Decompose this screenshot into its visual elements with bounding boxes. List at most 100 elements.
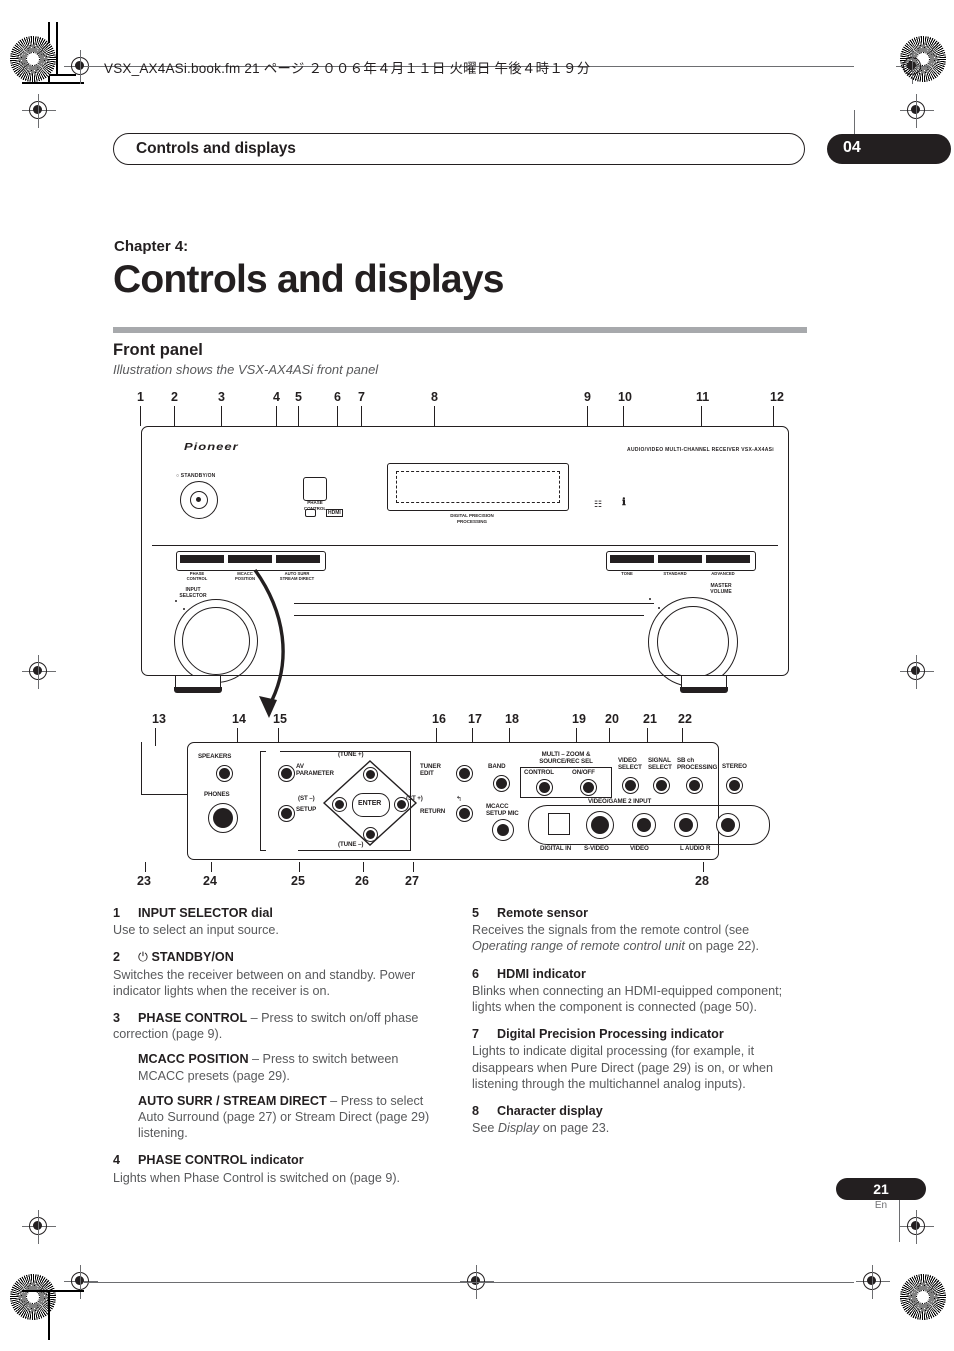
description-body-8: See Display on page 23. <box>472 1120 804 1136</box>
control-cluster-frame-bottom <box>260 850 266 852</box>
callout-21: 21 <box>643 712 657 726</box>
callout-25: 25 <box>291 874 305 888</box>
callout-tick-28 <box>703 862 704 872</box>
band-button[interactable] <box>493 775 510 792</box>
callout-1: 1 <box>137 390 144 404</box>
description-heading-7: 7 Digital Precision Processing indicator <box>472 1026 804 1042</box>
jack-label-audio-lr: L AUDIO R <box>680 845 711 852</box>
door-seam-upper <box>294 603 654 605</box>
cursor-up-button[interactable] <box>363 767 378 782</box>
front-panel-door-detail: SPEAKERS PHONES AV PARAMETER SETUP (TUNE … <box>187 742 770 860</box>
callout-28: 28 <box>695 874 709 888</box>
description-title-1: INPUT SELECTOR dial <box>138 906 273 920</box>
on-off-label: ON/OFF <box>572 769 595 776</box>
control-button[interactable] <box>536 779 553 796</box>
sb-processing-button[interactable] <box>686 777 703 794</box>
digital-precision-processing-indicator: DIGITAL PRECISION PROCESSING <box>450 513 494 524</box>
chapter-number-badge: 04 <box>827 134 951 164</box>
descriptions-left-column: 1 INPUT SELECTOR dial Use to select an in… <box>113 905 445 1197</box>
description-number-8: 8 <box>472 1104 480 1119</box>
registration-mark-right-mid <box>900 94 934 128</box>
callout-27: 27 <box>405 874 419 888</box>
description-item-7: 7 Digital Precision Processing indicator … <box>472 1026 804 1092</box>
callout-tick-27 <box>413 862 414 872</box>
phones-jack[interactable] <box>208 803 238 833</box>
description-heading-1: 1 INPUT SELECTOR dial <box>113 905 445 921</box>
callout-20: 20 <box>605 712 619 726</box>
page-number-label: 21 <box>873 1181 889 1197</box>
control-label: CONTROL <box>524 769 554 776</box>
page-number-badge: 21 <box>836 1178 926 1200</box>
detail-connector-left-h <box>141 794 187 796</box>
description-title-3: PHASE CONTROL <box>138 1011 248 1026</box>
speakers-label: SPEAKERS <box>198 753 232 760</box>
callout-18: 18 <box>505 712 519 726</box>
mcacc-setup-mic-jack[interactable] <box>492 819 514 841</box>
return-arrow-icon: ↰ <box>456 796 462 803</box>
starburst-bottom-right <box>900 1274 946 1320</box>
description-sub-3-1: MCACC POSITION – Press to switch between… <box>138 1051 445 1083</box>
callout-16: 16 <box>432 712 446 726</box>
audio-left-jack[interactable] <box>674 813 698 837</box>
video-select-button[interactable] <box>622 777 639 794</box>
callout-10: 10 <box>618 390 632 404</box>
jack-label-digital-in: DIGITAL IN <box>540 845 572 852</box>
multizoom-label: MULTI – ZOOM & SOURCE/REC SEL <box>539 751 593 766</box>
callout-5: 5 <box>295 390 302 404</box>
detail-connector-left <box>141 742 143 794</box>
return-label: RETURN <box>420 808 446 815</box>
description-body-5: Receives the signals from the remote con… <box>472 922 804 954</box>
multizoom-frame-right <box>611 767 613 797</box>
setup-label: SETUP <box>296 806 317 813</box>
model-designation: AUDIO/VIDEO MULTI-CHANNEL RECEIVER VSX-A… <box>627 447 774 453</box>
callout-14: 14 <box>232 712 246 726</box>
description-item-5: 5 Remote sensor Receives the signals from… <box>472 905 804 955</box>
av-parameter-button[interactable] <box>278 765 295 782</box>
digital-in-jack[interactable] <box>548 813 570 835</box>
description-number-1: 1 <box>113 906 121 920</box>
callout-tick-13 <box>155 728 156 746</box>
callout-tick-1 <box>140 406 141 426</box>
registration-mark-left-low <box>22 1210 56 1244</box>
speakers-button[interactable] <box>216 765 233 782</box>
callout-tick-26 <box>363 862 364 872</box>
s-video-jack[interactable] <box>586 811 614 839</box>
tuner-edit-button[interactable] <box>456 765 473 782</box>
return-button[interactable] <box>456 805 473 822</box>
cursor-right-button[interactable] <box>394 797 409 812</box>
button-label-standard: STANDARD <box>663 571 687 576</box>
description-body-8-pre: See <box>472 1121 498 1136</box>
description-number-4: 4 <box>113 1153 121 1168</box>
stereo-button[interactable] <box>726 777 743 794</box>
video-jack[interactable] <box>632 813 656 837</box>
setup-button[interactable] <box>278 805 295 822</box>
signal-select-button[interactable] <box>653 777 670 794</box>
description-item-1: 1 INPUT SELECTOR dial Use to select an in… <box>113 905 445 938</box>
description-number-6: 6 <box>472 966 480 981</box>
input-selector-dial-inner <box>182 607 250 675</box>
master-volume-label: MASTER VOLUME <box>710 583 732 595</box>
enter-label: ENTER <box>358 800 382 807</box>
callout-26: 26 <box>355 874 369 888</box>
description-heading-2: 2 ⏻ STANDBY/ON <box>113 949 445 965</box>
upper-right-button-row[interactable] <box>606 551 756 571</box>
cursor-left-button[interactable] <box>332 797 347 812</box>
registration-mark-left-mid <box>22 94 56 128</box>
callout-tick-25 <box>299 862 300 872</box>
hdmi-indicator: HDMI <box>326 509 343 517</box>
upper-left-button-row[interactable] <box>176 551 326 571</box>
description-heading-3: 3 PHASE CONTROL – Press to switch on/off … <box>113 1010 445 1042</box>
description-heading-5: 5 Remote sensor <box>472 905 804 921</box>
st-left-label: (ST –) <box>298 795 315 802</box>
callout-24: 24 <box>203 874 217 888</box>
standby-on-button[interactable] <box>180 481 218 519</box>
description-title-5: Remote sensor <box>497 906 588 920</box>
on-off-button[interactable] <box>580 779 597 796</box>
multizoom-frame-left <box>520 767 522 797</box>
character-display <box>387 463 569 511</box>
sub-bold-mcacc-position: MCACC POSITION <box>138 1052 249 1067</box>
description-heading-8: 8 Character display <box>472 1103 804 1119</box>
audio-right-jack[interactable] <box>716 813 740 837</box>
cursor-down-button[interactable] <box>363 827 378 842</box>
description-title-7: Digital Precision Processing indicator <box>497 1027 724 1042</box>
